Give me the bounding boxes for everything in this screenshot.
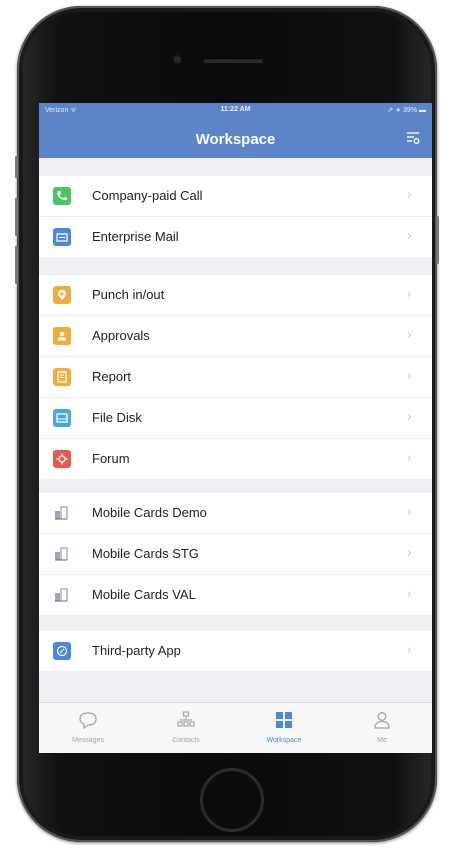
list-item[interactable]: Mobile Cards STG › bbox=[39, 534, 432, 575]
list-item[interactable]: Enterprise Mail › bbox=[39, 217, 432, 257]
disk-icon bbox=[53, 409, 71, 427]
group-communication: Company-paid Call › Enterprise Mail › bbox=[39, 176, 432, 257]
tab-workspace[interactable]: Workspace bbox=[235, 703, 333, 753]
compass-icon bbox=[53, 642, 71, 660]
clock: 11:22 AM bbox=[220, 106, 251, 113]
battery-indicator: ⇗ ∗ 39% ▬ bbox=[387, 107, 426, 114]
tab-label: Messages bbox=[72, 737, 104, 744]
chevron-right-icon: › bbox=[406, 188, 412, 203]
tab-bar: Messages Contacts Workspace Me bbox=[39, 702, 432, 753]
list-item-label: Third-party App bbox=[92, 643, 181, 658]
list-item-label: Forum bbox=[92, 451, 130, 466]
list-item-label: Report bbox=[92, 369, 132, 384]
report-icon bbox=[53, 368, 71, 386]
grid-icon bbox=[276, 712, 292, 728]
silent-switch bbox=[15, 156, 18, 178]
forum-icon bbox=[53, 450, 71, 468]
app-screen: Verizon ᯤ 11:22 AM ⇗ ∗ 39% ▬ Workspace C… bbox=[39, 103, 432, 753]
group-office: Punch in/out › Approvals › Report › File… bbox=[39, 275, 432, 479]
list-item-label: Enterprise Mail bbox=[92, 229, 179, 244]
filter-settings-icon[interactable] bbox=[406, 131, 420, 145]
chevron-right-icon: › bbox=[406, 451, 412, 466]
tab-contacts[interactable]: Contacts bbox=[137, 703, 235, 753]
tab-messages[interactable]: Messages bbox=[39, 703, 137, 753]
home-button[interactable] bbox=[200, 768, 264, 832]
status-bar: Verizon ᯤ 11:22 AM ⇗ ∗ 39% ▬ bbox=[39, 106, 432, 118]
volume-up-button bbox=[15, 198, 18, 236]
tab-label: Contacts bbox=[172, 737, 200, 744]
chevron-right-icon: › bbox=[406, 505, 412, 520]
person-stamp-icon bbox=[53, 327, 71, 345]
list-item[interactable]: Forum › bbox=[39, 439, 432, 479]
list-item[interactable]: Approvals › bbox=[39, 316, 432, 357]
chat-bubble-icon bbox=[79, 712, 97, 730]
list-item[interactable]: File Disk › bbox=[39, 398, 432, 439]
chevron-right-icon: › bbox=[406, 410, 412, 425]
chevron-right-icon: › bbox=[406, 369, 412, 384]
list-item[interactable]: Company-paid Call › bbox=[39, 176, 432, 217]
chevron-right-icon: › bbox=[406, 287, 412, 302]
front-camera bbox=[173, 55, 182, 64]
chevron-right-icon: › bbox=[406, 643, 412, 658]
list-item-label: Approvals bbox=[92, 328, 150, 343]
list-item[interactable]: Punch in/out › bbox=[39, 275, 432, 316]
list-item[interactable]: Mobile Cards Demo › bbox=[39, 493, 432, 534]
tab-label: Me bbox=[377, 737, 387, 744]
chevron-right-icon: › bbox=[406, 229, 412, 244]
chevron-right-icon: › bbox=[406, 546, 412, 561]
power-button bbox=[436, 216, 439, 264]
app-header: Verizon ᯤ 11:22 AM ⇗ ∗ 39% ▬ Workspace bbox=[39, 103, 432, 158]
location-pin-icon bbox=[53, 286, 71, 304]
list-item-label: File Disk bbox=[92, 410, 142, 425]
phone-icon bbox=[53, 187, 71, 205]
volume-down-button bbox=[15, 246, 18, 284]
group-third-party: Third-party App › bbox=[39, 631, 432, 671]
list-item[interactable]: Third-party App › bbox=[39, 631, 432, 671]
tab-label: Workspace bbox=[266, 737, 302, 744]
org-chart-icon bbox=[177, 711, 195, 727]
chevron-right-icon: › bbox=[406, 328, 412, 343]
mobile-cards-icon bbox=[53, 545, 71, 563]
list-item-label: Company-paid Call bbox=[92, 188, 203, 203]
list-item-label: Mobile Cards STG bbox=[92, 546, 199, 561]
mobile-cards-icon bbox=[53, 586, 71, 604]
group-mobile-cards: Mobile Cards Demo › Mobile Cards STG › M… bbox=[39, 493, 432, 615]
list-item[interactable]: Mobile Cards VAL › bbox=[39, 575, 432, 615]
list-item[interactable]: Report › bbox=[39, 357, 432, 398]
tab-me[interactable]: Me bbox=[333, 703, 431, 753]
person-icon bbox=[374, 712, 390, 729]
chevron-right-icon: › bbox=[406, 587, 412, 602]
list-item-label: Mobile Cards VAL bbox=[92, 587, 196, 602]
earpiece-speaker bbox=[203, 58, 263, 63]
mail-icon bbox=[53, 228, 71, 246]
page-title: Workspace bbox=[195, 131, 276, 148]
mobile-cards-icon bbox=[53, 504, 71, 522]
list-item-label: Mobile Cards Demo bbox=[92, 505, 207, 520]
list-item-label: Punch in/out bbox=[92, 287, 165, 302]
